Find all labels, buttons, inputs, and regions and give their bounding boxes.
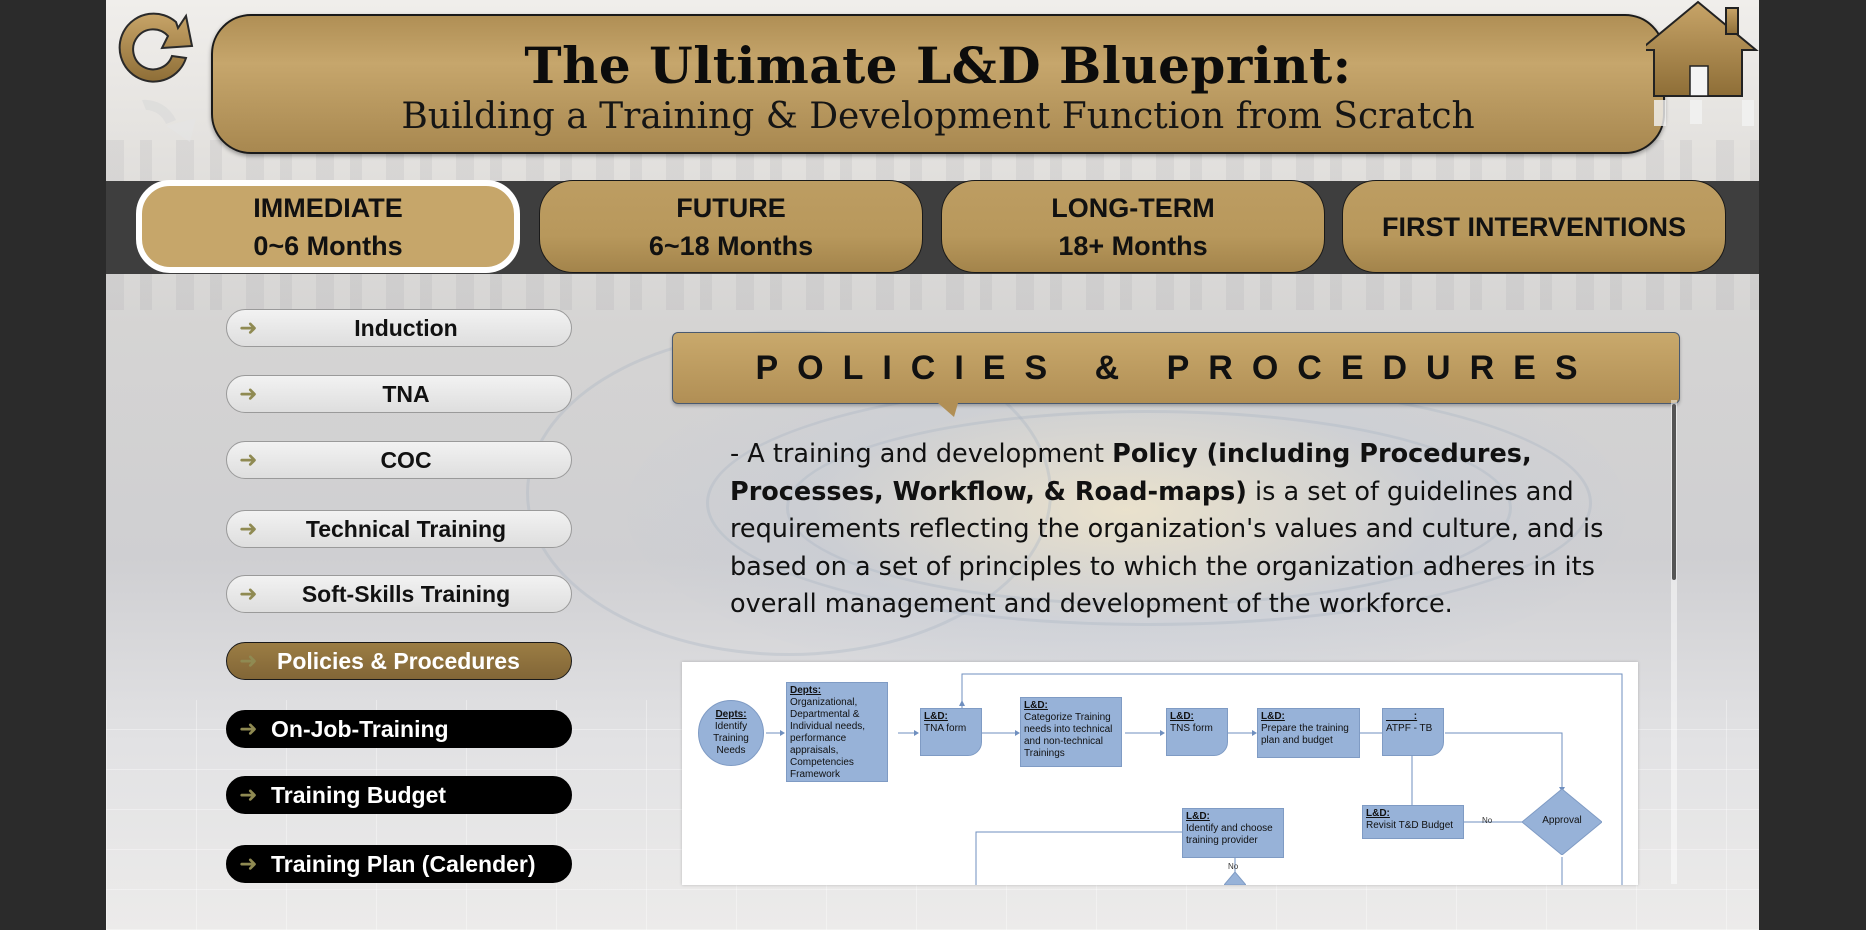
arrow-right-icon: ➜: [239, 581, 258, 606]
sidebar-item-induction[interactable]: ➜ Induction: [226, 309, 572, 347]
arrow-right-icon: ➜: [239, 381, 258, 406]
sidebar-item-label: Induction: [354, 314, 458, 341]
tab-long-term[interactable]: LONG-TERM 18+ Months: [941, 180, 1325, 273]
sidebar-item-label: Training Budget: [271, 781, 447, 808]
flowchart-atpf-node: _____: ATPF - TB: [1382, 708, 1444, 756]
page-title: The Ultimate L&D Blueprint:: [524, 36, 1352, 95]
node-heading: Depts:: [715, 709, 747, 720]
arrow-right-icon: ➜: [239, 648, 258, 673]
node-text: Needs: [716, 745, 746, 756]
sidebar-item-policies-procedures[interactable]: ➜ Policies & Procedures: [226, 642, 572, 680]
tab-sublabel: 0~6 Months: [253, 230, 403, 261]
sidebar-item-label: COC: [380, 446, 432, 473]
tab-label: LONG-TERM: [1051, 192, 1215, 223]
node-heading: L&D:: [1024, 700, 1048, 711]
tab-label: FUTURE: [676, 192, 786, 223]
arrow-right-icon: ➜: [239, 716, 258, 741]
sidebar-item-label: Technical Training: [305, 515, 507, 542]
tab-sublabel: 18+ Months: [1058, 230, 1208, 261]
tab-immediate[interactable]: IMMEDIATE 0~6 Months: [136, 180, 520, 273]
arrow-right-icon: ➜: [239, 315, 258, 340]
tab-label: FIRST INTERVENTIONS: [1381, 211, 1687, 242]
section-header-pointer: [938, 403, 958, 417]
flowchart-tns-node: L&D: TNS form: [1166, 708, 1228, 756]
decision-diamond: [1224, 872, 1246, 885]
sidebar-item-label: Soft-Skills Training: [301, 580, 511, 607]
node-heading: L&D:: [1261, 711, 1285, 722]
arrow-right-icon: ➜: [239, 447, 258, 472]
arrow-right-icon: ➜: [239, 851, 258, 876]
sidebar-item-technical-training[interactable]: ➜ Technical Training: [226, 510, 572, 548]
node-heading: L&D:: [1170, 711, 1194, 722]
node-text: ATPF - TB: [1386, 723, 1433, 734]
sidebar-item-training-budget[interactable]: ➜ Training Budget: [226, 776, 572, 814]
tab-sublabel: 6~18 Months: [648, 230, 814, 261]
sidebar-item-label: TNA: [382, 380, 430, 407]
slide: The Ultimate L&D Blueprint: Building a T…: [106, 0, 1759, 930]
home-icon[interactable]: [1637, 0, 1759, 130]
refresh-icon[interactable]: [106, 0, 216, 150]
flowchart-provider-node: L&D: Identify and choose training provid…: [1182, 808, 1284, 858]
flowchart-categorize-node: L&D: Categorize Training needs into tech…: [1020, 697, 1122, 767]
flowchart-no-label: No: [1482, 816, 1493, 825]
sidebar-item-training-plan[interactable]: ➜ Training Plan (Calender): [226, 845, 572, 883]
title-banner: The Ultimate L&D Blueprint: Building a T…: [211, 14, 1665, 154]
sidebar-item-coc[interactable]: ➜ COC: [226, 441, 572, 479]
section-title: POLICIES & PROCEDURES: [755, 348, 1597, 387]
arrow-right-icon: ➜: [239, 782, 258, 807]
flowchart-no-label: No: [1228, 862, 1239, 871]
scrollbar-thumb[interactable]: [1672, 404, 1676, 580]
page-subtitle: Building a Training & Development Functi…: [401, 96, 1475, 137]
node-text: Organizational, Departmental & Individua…: [790, 697, 866, 780]
node-heading: L&D:: [924, 711, 948, 722]
node-text: Categorize Training needs into technical…: [1024, 712, 1113, 759]
tab-label: IMMEDIATE: [253, 192, 403, 223]
sidebar-item-tna[interactable]: ➜ TNA: [226, 375, 572, 413]
description-text: - A training and development: [730, 439, 1113, 469]
node-text: TNS form: [1170, 723, 1213, 734]
flowchart-approval-node: Approval: [1522, 789, 1602, 855]
arrow-right-icon: ➜: [239, 516, 258, 541]
node-text: Approval: [1542, 815, 1582, 826]
node-text: TNA form: [924, 723, 967, 734]
node-text: Prepare the training plan and budget: [1261, 723, 1349, 746]
sidebar-item-on-job-training[interactable]: ➜ On-Job-Training: [226, 710, 572, 748]
node-text: Identify: [714, 721, 748, 732]
node-heading: _____:: [1386, 711, 1418, 722]
node-heading: L&D:: [1366, 808, 1390, 819]
sidebar-item-label: Policies & Procedures: [277, 647, 520, 674]
process-flowchart: Depts: Identify Training Needs Depts: Or…: [682, 662, 1638, 885]
node-heading: Depts:: [790, 685, 822, 696]
flowchart-prepare-node: L&D: Prepare the training plan and budge…: [1257, 708, 1360, 758]
section-description: - A training and development Policy (inc…: [730, 436, 1630, 624]
node-text: Training: [713, 733, 749, 744]
node-text: Identify and choose training provider: [1186, 823, 1273, 846]
tab-future[interactable]: FUTURE 6~18 Months: [539, 180, 923, 273]
flowchart-start-node: Depts: Identify Training Needs: [698, 700, 764, 766]
sidebar-item-label: On-Job-Training: [271, 715, 449, 742]
sidebar-item-soft-skills-training[interactable]: ➜ Soft-Skills Training: [226, 575, 572, 613]
node-text: Revisit T&D Budget: [1366, 820, 1454, 831]
node-heading: L&D:: [1186, 811, 1210, 822]
tab-first-interventions[interactable]: FIRST INTERVENTIONS: [1342, 180, 1726, 273]
sidebar-item-label: Training Plan (Calender): [271, 850, 536, 877]
section-header: POLICIES & PROCEDURES: [672, 332, 1680, 404]
flowchart-tna-node: L&D: TNA form: [920, 708, 982, 756]
flowchart-needs-node: Depts: Organizational, Departmental & In…: [786, 682, 888, 782]
flowchart-revisit-node: L&D: Revisit T&D Budget: [1362, 805, 1464, 839]
